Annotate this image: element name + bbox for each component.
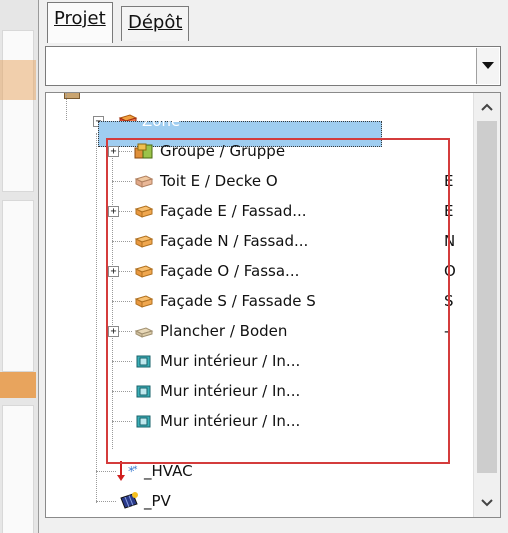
tree-item-label: Façade E / Fassad... — [160, 202, 307, 220]
tree-item-value: O — [444, 262, 456, 280]
dropdown-button[interactable] — [476, 48, 499, 84]
tree-item[interactable]: Mur intérieur / In... — [46, 377, 476, 405]
interior-wall-icon — [136, 385, 151, 398]
hvac-icon: * * — [117, 461, 138, 481]
svg-text:*: * — [133, 465, 138, 475]
tree-item-value: S — [444, 292, 454, 310]
scroll-up-button[interactable] — [474, 95, 500, 119]
tree-item-partial — [64, 93, 164, 99]
wall-icon — [134, 235, 154, 248]
group-icon — [134, 143, 153, 159]
tree-item[interactable]: Façade S / Fassade S S — [46, 287, 476, 315]
tree-item[interactable]: + Façade O / Fassa... O — [46, 257, 476, 285]
scroll-down-button[interactable] — [474, 491, 500, 515]
tree-item[interactable]: + Plancher / Boden - — [46, 317, 476, 345]
interior-wall-icon — [136, 355, 151, 368]
tree-item-label: _HVAC — [144, 462, 193, 480]
interior-wall-icon — [136, 415, 151, 428]
roof-icon — [134, 175, 154, 188]
tab-projet-label: Projet — [54, 8, 106, 29]
chevron-up-icon — [481, 103, 493, 111]
tree-item-zone-label: Zone — [142, 112, 181, 130]
scrollbar-thumb[interactable] — [477, 121, 497, 473]
tree-item-value: E — [444, 172, 454, 190]
tree-item-value: N — [444, 232, 456, 250]
floor-icon — [134, 327, 154, 338]
tree-item-label: Façade N / Fassad... — [160, 232, 309, 250]
tree-item-label: Mur intérieur / In... — [160, 412, 301, 430]
tab-depot-label: Dépôt — [128, 12, 183, 33]
expand-icon[interactable]: + — [108, 146, 119, 157]
background-document-strip — [0, 0, 39, 533]
tree-item-zone[interactable]: − Zone — [46, 107, 476, 147]
tree-item-value: - — [444, 322, 450, 340]
tree-item-hvac[interactable]: * * _HVAC — [46, 457, 476, 485]
wall-icon — [134, 295, 154, 308]
tree-item-label: Toit E / Decke O — [160, 172, 278, 190]
tree-item-label: _PV — [144, 492, 171, 510]
tree-item-label: Mur intérieur / In... — [160, 382, 301, 400]
background-image — [0, 60, 36, 100]
tree-item[interactable]: Toit E / Decke O E — [46, 167, 476, 195]
background-image — [0, 372, 36, 398]
tree-item[interactable]: Mur intérieur / In... — [46, 347, 476, 375]
background-page — [2, 30, 34, 192]
tree-item-label: Mur intérieur / In... — [160, 352, 301, 370]
expand-icon[interactable]: + — [108, 326, 119, 337]
wall-icon — [134, 205, 154, 218]
tree-item-value: E — [444, 202, 454, 220]
tree-item-label: Groupe / Gruppe — [160, 142, 286, 160]
tree-item-label: Façade S / Fassade S — [160, 292, 316, 310]
project-panel: Projet Dépôt − — [38, 0, 507, 533]
tree-item[interactable]: + Façade E / Fassad... E — [46, 197, 476, 225]
expand-icon[interactable]: + — [108, 206, 119, 217]
pv-icon — [120, 492, 138, 509]
tree-item-pv[interactable]: _PV — [46, 487, 476, 515]
tree-item[interactable]: + Groupe / Gruppe — [46, 137, 476, 165]
vertical-scrollbar[interactable] — [473, 93, 500, 517]
tab-depot[interactable]: Dépôt — [121, 6, 190, 41]
chevron-down-icon — [481, 499, 493, 507]
wall-icon — [134, 265, 154, 278]
chevron-down-icon — [482, 62, 494, 69]
tree-item[interactable]: Mur intérieur / In... — [46, 407, 476, 435]
project-selector[interactable] — [45, 46, 501, 86]
tree-item[interactable]: Façade N / Fassad... N — [46, 227, 476, 255]
project-tree[interactable]: − Zone + Groupe / Gruppe — [45, 92, 501, 518]
tree-item-label: Façade O / Fassa... — [160, 262, 300, 280]
background-page — [2, 200, 34, 372]
tab-projet[interactable]: Projet — [47, 2, 113, 43]
expand-icon[interactable]: + — [108, 266, 119, 277]
background-page — [2, 405, 34, 533]
tree-item-label: Plancher / Boden — [160, 322, 288, 340]
